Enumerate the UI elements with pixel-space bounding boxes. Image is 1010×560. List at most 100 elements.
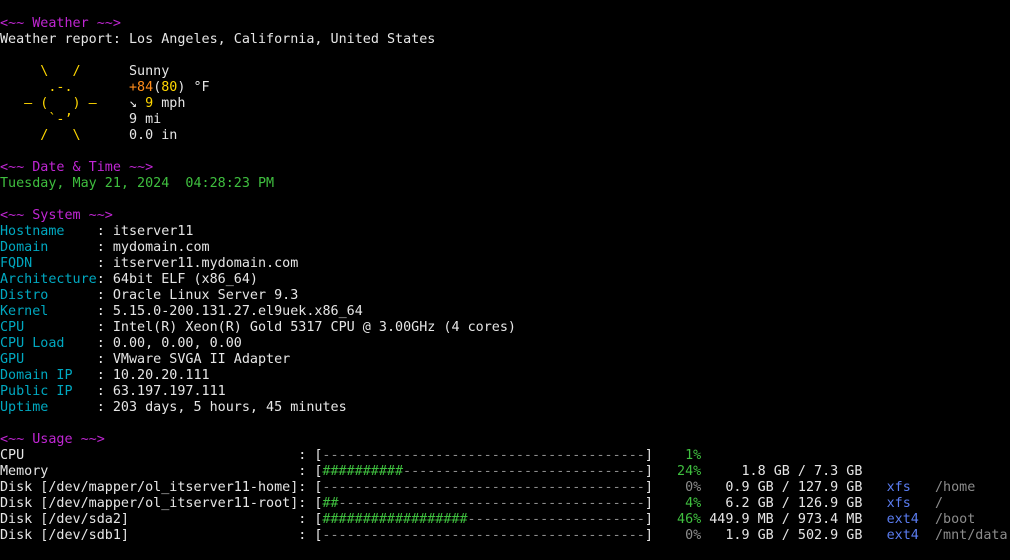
system-field-value: 5.15.0-200.131.27.el9uek.x86_64 [112,304,363,319]
wind-arrow-icon: ↘ [129,96,138,111]
usage-bar-fill: ################## [322,512,468,527]
system-field-key: Domain IP [0,368,97,383]
system-field-key: Architecture [0,272,97,287]
system-field-key: Kernel [0,304,97,319]
usage-bar: [---------------------------------------… [314,448,653,464]
usage-bar-close: ] [644,496,653,511]
usage-bar-empty: -------------------------------------- [338,496,645,511]
system-field-separator: : [96,240,113,255]
usage-label: CPU [0,448,25,463]
usage-bar-empty: ------------------------------ [403,464,645,479]
temperature-feels: 80 [161,80,178,95]
system-field-key: Hostname [0,224,97,239]
usage-separator: : [298,496,307,511]
usage-filesystem: ext4 [886,528,919,543]
usage-bar: [##################---------------------… [314,512,653,528]
usage-row: Disk [/dev/mapper/ol_itserver11-root]: [#… [0,496,1010,512]
usage-separator: : [298,448,307,463]
temperature-actual: +84 [129,80,154,95]
system-fields: Hostname : itserver11 Domain : mydomain.c… [0,224,1010,416]
usage-percent: 0% [685,528,702,543]
usage-filesystem: ext4 [886,512,919,527]
usage-mount: / [934,496,944,511]
usage-percent: 0% [685,480,702,495]
usage-bar-close: ] [644,480,653,495]
usage-size: 6.2 GB / 126.9 GB [725,496,863,511]
usage-size: 1.8 GB / 7.3 GB [741,464,863,479]
datetime-value: Tuesday, May 21, 2024 04:28:23 PM [0,176,275,191]
system-header: <~~ System ~~> [0,208,113,223]
system-field-separator: : [96,400,113,415]
usage-row: Disk [/dev/mapper/ol_itserver11-home]: [-… [0,480,1010,496]
usage-mount: /home [934,480,976,495]
weather-condition: Sunny [129,64,170,79]
system-field-separator: : [96,368,113,383]
system-field-separator: : [96,272,113,287]
system-field-row: Public IP : 63.197.197.111 [0,384,1010,400]
usage-percent: 1% [685,448,702,463]
sun-icon: ‒ ( ) ‒ [0,96,121,111]
usage-size: 1.9 GB / 502.9 GB [725,528,863,543]
system-field-value: 10.20.20.111 [112,368,210,383]
usage-bar-close: ] [644,512,653,527]
system-field-row: Uptime : 203 days, 5 hours, 45 minutes [0,400,1010,416]
usage-bar-empty: ---------------------------------------- [322,528,645,543]
system-field-separator: : [96,256,113,271]
system-field-key: Distro [0,288,97,303]
weather-row-1: \ / Sunny [0,64,1010,80]
system-field-separator: : [96,224,113,239]
system-field-separator: : [96,352,113,367]
system-field-key: FQDN [0,256,97,271]
wind-speed: 9 [145,96,154,111]
system-field-key: Domain [0,240,97,255]
sun-icon: .-. [0,80,121,95]
usage-label: Disk [/dev/mapper/ol_itserver11-home] [0,480,299,495]
system-field-row: CPU Load : 0.00, 0.00, 0.00 [0,336,1010,352]
system-field-value: Oracle Linux Server 9.3 [112,288,299,303]
usage-percent: 4% [685,496,702,511]
system-field-value: mydomain.com [112,240,210,255]
system-field-value: 203 days, 5 hours, 45 minutes [112,400,347,415]
system-field-key: Public IP [0,384,97,399]
usage-bar: [##########-----------------------------… [314,464,653,480]
usage-row: Memory: [##########----------------------… [0,464,1010,480]
usage-label: Memory [0,464,49,479]
system-field-row: Kernel : 5.15.0-200.131.27.el9uek.x86_64 [0,304,1010,320]
usage-bar-close: ] [644,448,653,463]
system-field-row: CPU : Intel(R) Xeon(R) Gold 5317 CPU @ 3… [0,320,1010,336]
system-field-separator: : [96,304,113,319]
weather-row-2: .-. +84(80) °F [0,80,1010,96]
usage-bar: [---------------------------------------… [314,528,653,544]
usage-bar: [---------------------------------------… [314,480,653,496]
system-field-separator: : [96,336,113,351]
weather-row-4: `-’ 9 mi [0,112,1010,128]
system-field-key: CPU Load [0,336,97,351]
system-field-separator: : [96,320,113,335]
usage-mount: /boot [934,512,976,527]
usage-bar-close: ] [644,528,653,543]
usage-bar-empty: ---------------------------------------- [322,448,645,463]
system-field-separator: : [96,384,113,399]
usage-filesystem: xfs [886,496,911,511]
wind-unit: mph [161,96,186,111]
usage-percent: 46% [677,512,702,527]
system-field-separator: : [96,288,113,303]
system-field-value: 64bit ELF (x86_64) [112,272,258,287]
system-field-value: itserver11.mydomain.com [112,256,299,271]
system-field-row: Domain : mydomain.com [0,240,1010,256]
system-field-row: Distro : Oracle Linux Server 9.3 [0,288,1010,304]
system-field-row: Domain IP : 10.20.20.111 [0,368,1010,384]
system-field-row: Architecture: 64bit ELF (x86_64) [0,272,1010,288]
usage-row: Disk [/dev/sda2]: [##################----… [0,512,1010,528]
weather-report-line: Weather report: Los Angeles, California,… [0,32,1010,48]
system-field-row: GPU : VMware SVGA II Adapter [0,352,1010,368]
datetime-header: <~~ Date & Time ~~> [0,160,154,175]
usage-header: <~~ Usage ~~> [0,432,105,447]
system-field-value: 63.197.197.111 [112,384,226,399]
system-field-value: Intel(R) Xeon(R) Gold 5317 CPU @ 3.00GHz… [112,320,516,335]
system-field-row: Hostname : itserver11 [0,224,1010,240]
usage-label: Disk [/dev/sdb1] [0,528,129,543]
